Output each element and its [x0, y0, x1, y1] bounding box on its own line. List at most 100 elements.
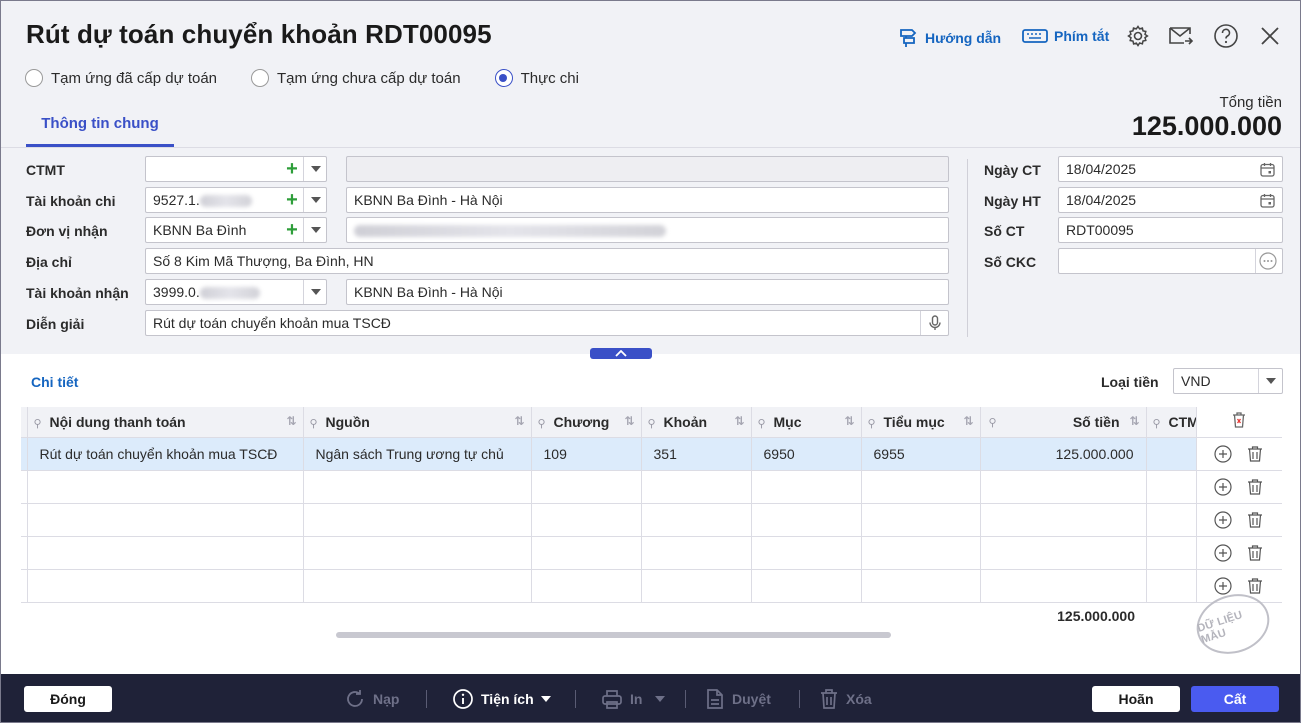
- horizontal-scrollbar[interactable]: [21, 630, 1282, 640]
- close-button[interactable]: [1257, 23, 1283, 49]
- pin-icon[interactable]: ⚲: [758, 417, 766, 430]
- chevron-down-icon[interactable]: [303, 157, 326, 181]
- cell-nguon[interactable]: [303, 503, 532, 537]
- sort-icon[interactable]: ⇅: [514, 414, 524, 428]
- tab-thong-tin-chung[interactable]: Thông tin chung: [26, 105, 174, 147]
- cell-khoan[interactable]: [641, 470, 752, 504]
- help-button[interactable]: [1213, 23, 1239, 49]
- radio-tam-ung-da-cap[interactable]: Tạm ứng đã cấp dự toán: [25, 69, 217, 87]
- cell-noi-dung[interactable]: [27, 569, 304, 603]
- table-row[interactable]: [21, 503, 1282, 537]
- sort-icon[interactable]: ⇅: [624, 414, 634, 428]
- add-row-icon[interactable]: [1213, 510, 1233, 530]
- cell-ctmt[interactable]: [1146, 503, 1197, 537]
- cell-tieu-muc[interactable]: [861, 536, 981, 570]
- trash-icon[interactable]: [1245, 510, 1265, 530]
- pin-icon[interactable]: ⚲: [648, 417, 656, 430]
- approve-button[interactable]: Duyệt: [705, 688, 771, 710]
- tk-nhan-description[interactable]: KBNN Ba Đình - Hà Nội: [346, 279, 949, 305]
- cell-so-tien[interactable]: [980, 470, 1147, 504]
- chevron-down-icon[interactable]: [303, 188, 326, 212]
- add-icon[interactable]: +: [280, 157, 304, 181]
- sort-icon[interactable]: ⇅: [844, 414, 854, 428]
- ngay-ht-datepicker[interactable]: 18/04/2025: [1058, 187, 1283, 213]
- pin-icon[interactable]: ⚲: [868, 417, 876, 430]
- pin-icon[interactable]: ⚲: [34, 417, 42, 430]
- cell-khoan[interactable]: [641, 569, 752, 603]
- close-dialog-button[interactable]: Đóng: [24, 686, 112, 712]
- sort-icon[interactable]: ⇅: [963, 414, 973, 428]
- column-header[interactable]: ⚲ Tiểu mục ⇅: [861, 407, 981, 438]
- dia-chi-input[interactable]: Số 8 Kim Mã Thượng, Ba Đình, HN: [145, 248, 949, 274]
- cell-khoan[interactable]: [641, 503, 752, 537]
- cell-so-tien[interactable]: 125.000.000: [980, 437, 1147, 471]
- column-header[interactable]: ⚲ Nguồn ⇅: [303, 407, 532, 438]
- column-header[interactable]: ⚲ CTM: [1146, 407, 1197, 438]
- calendar-icon[interactable]: [1255, 188, 1279, 212]
- ctmt-combo[interactable]: +: [145, 156, 327, 182]
- sort-icon[interactable]: ⇅: [286, 414, 296, 428]
- column-header[interactable]: ⚲ Khoản ⇅: [641, 407, 752, 438]
- sort-icon[interactable]: ⇅: [734, 414, 744, 428]
- cell-noi-dung[interactable]: [27, 470, 304, 504]
- delete-all-button[interactable]: [1196, 407, 1282, 438]
- shortcut-link[interactable]: Phím tắt: [1022, 27, 1109, 45]
- column-header[interactable]: ⚲ Chương ⇅: [531, 407, 642, 438]
- cell-noi-dung[interactable]: [27, 503, 304, 537]
- cell-muc[interactable]: [751, 536, 862, 570]
- cell-chuong[interactable]: 109: [531, 437, 642, 471]
- cell-noi-dung[interactable]: Rút dự toán chuyển khoản mua TSCĐ: [27, 437, 304, 471]
- pin-icon[interactable]: ⚲: [1153, 417, 1161, 430]
- cell-muc[interactable]: [751, 569, 862, 603]
- chevron-down-icon[interactable]: [303, 218, 326, 242]
- pin-icon[interactable]: ⚲: [310, 417, 318, 430]
- chevron-down-icon[interactable]: [1258, 369, 1282, 393]
- table-row[interactable]: [21, 536, 1282, 570]
- more-options-icon[interactable]: [1255, 249, 1279, 273]
- scrollbar-thumb[interactable]: [336, 632, 891, 638]
- cell-nguon[interactable]: [303, 470, 532, 504]
- cell-ctmt[interactable]: [1146, 470, 1197, 504]
- add-row-icon[interactable]: [1213, 477, 1233, 497]
- cell-noi-dung[interactable]: [27, 536, 304, 570]
- cell-ctmt[interactable]: [1146, 437, 1197, 471]
- cell-muc[interactable]: [751, 470, 862, 504]
- postpone-button[interactable]: Hoãn: [1092, 686, 1180, 712]
- cell-nguon[interactable]: [303, 569, 532, 603]
- cell-chuong[interactable]: [531, 536, 642, 570]
- so-ckc-input[interactable]: [1058, 248, 1283, 274]
- save-button[interactable]: Cất: [1191, 686, 1279, 712]
- guide-link[interactable]: Hướng dẫn: [897, 27, 1001, 49]
- cell-chuong[interactable]: [531, 470, 642, 504]
- cell-muc[interactable]: 6950: [751, 437, 862, 471]
- cell-khoan[interactable]: [641, 536, 752, 570]
- add-row-icon[interactable]: [1213, 543, 1233, 563]
- column-header[interactable]: ⚲ Số tiền ⇅: [980, 407, 1147, 438]
- cell-ctmt[interactable]: [1146, 569, 1197, 603]
- currency-select[interactable]: VND: [1173, 368, 1283, 394]
- dien-giai-input[interactable]: Rút dự toán chuyển khoản mua TSCĐ: [145, 310, 949, 336]
- tk-nhan-combo[interactable]: 3999.0.: [145, 279, 327, 305]
- cell-so-tien[interactable]: [980, 536, 1147, 570]
- cell-tieu-muc[interactable]: 6955: [861, 437, 981, 471]
- settings-button[interactable]: [1125, 23, 1151, 49]
- sort-icon[interactable]: ⇅: [1129, 414, 1139, 428]
- cell-khoan[interactable]: 351: [641, 437, 752, 471]
- table-row[interactable]: [21, 569, 1282, 603]
- cell-ctmt[interactable]: [1146, 536, 1197, 570]
- don-vi-nhan-combo[interactable]: KBNN Ba Đình +: [145, 217, 327, 243]
- microphone-icon[interactable]: [920, 311, 948, 335]
- cell-tieu-muc[interactable]: [861, 470, 981, 504]
- column-header[interactable]: ⚲ Mục ⇅: [751, 407, 862, 438]
- print-button[interactable]: In: [601, 688, 666, 710]
- cell-chuong[interactable]: [531, 503, 642, 537]
- cell-nguon[interactable]: [303, 536, 532, 570]
- don-vi-nhan-name[interactable]: [346, 217, 949, 243]
- radio-thuc-chi[interactable]: Thực chi: [494, 69, 579, 87]
- cell-so-tien[interactable]: [980, 503, 1147, 537]
- so-ct-input[interactable]: RDT00095: [1058, 217, 1283, 243]
- email-button[interactable]: [1168, 23, 1194, 49]
- delete-button[interactable]: Xóa: [819, 688, 872, 710]
- calendar-icon[interactable]: [1255, 157, 1279, 181]
- chevron-down-icon[interactable]: [303, 280, 326, 304]
